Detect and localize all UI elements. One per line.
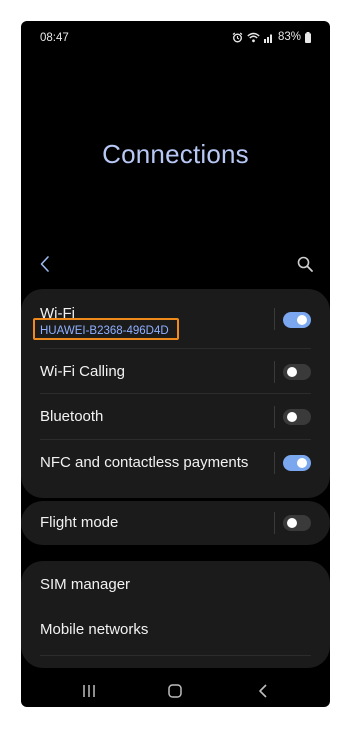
flight-mode-card: Flight mode [21,501,330,545]
wifi-calling-toggle[interactable] [283,364,311,380]
alarm-icon [232,32,243,43]
status-bar: 08:47 83% [21,21,330,57]
sim-manager-row[interactable]: SIM manager [21,561,330,606]
flight-mode-toggle[interactable] [283,515,311,531]
flight-mode-label: Flight mode [40,514,119,531]
row-separator [274,452,275,474]
mobile-networks-label: Mobile networks [40,621,149,638]
toggle-knob [287,367,297,377]
wifi-network-name: HUAWEI-B2368-496D4D [40,325,169,337]
bluetooth-label: Bluetooth [40,408,104,425]
status-icons: 83% [232,31,311,43]
back-button[interactable] [37,255,55,273]
toggle-knob [287,518,297,528]
bluetooth-row[interactable]: Bluetooth [21,394,330,440]
toggle-knob [287,412,297,422]
battery-icon [305,31,311,43]
nfc-label: NFC and contactless payments [40,454,249,471]
recent-apps-button[interactable] [79,681,99,701]
home-icon [168,684,182,698]
bluetooth-toggle[interactable] [283,409,311,425]
home-button[interactable] [165,681,185,701]
toggle-knob [297,315,307,325]
status-time: 08:47 [40,32,69,44]
wifi-calling-row[interactable]: Wi-Fi Calling [21,349,330,394]
nfc-row[interactable]: NFC and contactless payments [21,440,330,498]
battery-percent: 83% [277,31,301,43]
toggle-knob [297,458,307,468]
flight-mode-row[interactable]: Flight mode [21,501,330,545]
row-separator [274,361,275,383]
wifi-icon [247,32,260,43]
nfc-toggle[interactable] [283,455,311,471]
divider [40,655,311,656]
mobile-networks-row[interactable]: Mobile networks [21,606,330,656]
signal-icon [263,32,274,43]
connections-card: Wi-Fi HUAWEI-B2368-496D4D Wi-Fi Calling … [21,289,330,498]
row-separator [274,406,275,428]
page-title: Connections [102,139,249,169]
nav-back-button[interactable] [253,681,273,701]
back-icon [259,684,267,698]
wifi-toggle[interactable] [283,312,311,328]
navigation-bar [21,677,330,707]
sim-manager-label: SIM manager [40,576,131,593]
row-separator [274,512,275,534]
wifi-calling-label: Wi-Fi Calling [40,363,126,380]
row-separator [274,308,275,330]
recent-apps-icon [83,685,95,697]
search-icon [297,256,313,272]
search-button[interactable] [296,255,314,273]
wifi-row[interactable]: Wi-Fi HUAWEI-B2368-496D4D [21,289,330,349]
phone-screen: 08:47 83% Connections Wi-Fi HUAWEI-B2368… [21,21,330,707]
chevron-left-icon [40,256,49,272]
sim-card: SIM manager Mobile networks [21,561,330,668]
